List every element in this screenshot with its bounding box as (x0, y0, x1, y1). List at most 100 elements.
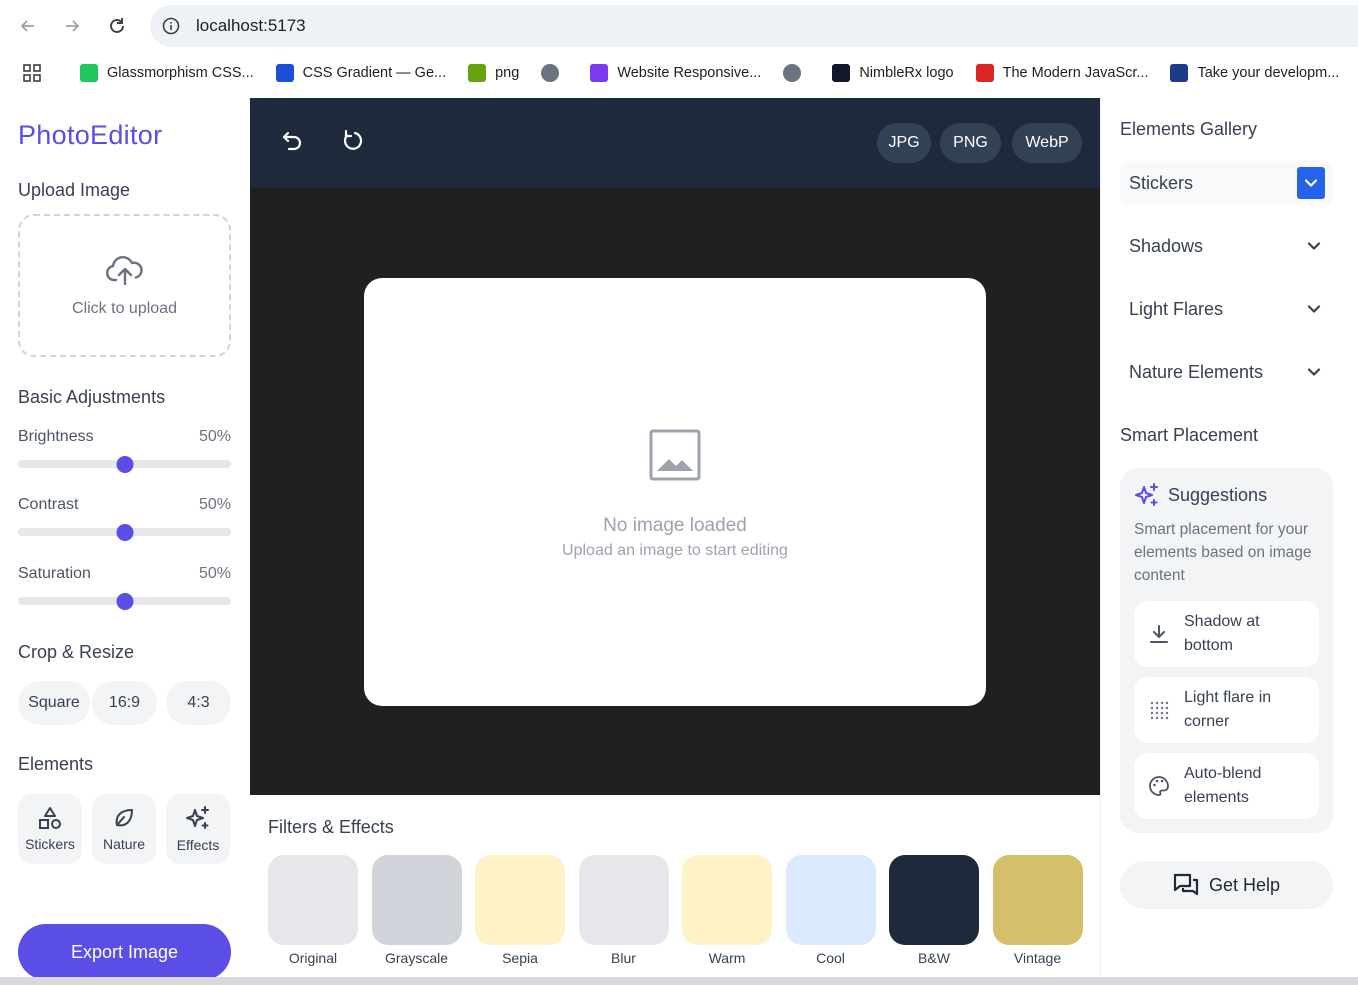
contrast-slider-thumb[interactable] (116, 524, 133, 541)
elements-effects-label: Effects (176, 837, 220, 853)
smart-placement-title: Smart Placement (1120, 425, 1259, 445)
bookmark-favicon-icon (1170, 64, 1189, 82)
chevron-down-icon (1307, 305, 1321, 313)
crop-section-title: Crop & Resize (18, 642, 135, 662)
reload-button[interactable] (103, 12, 131, 40)
undo-icon (282, 131, 302, 151)
bookmark-item[interactable]: Website Responsive... (590, 64, 761, 82)
address-bar[interactable]: localhost:5173 (150, 5, 1358, 47)
filter-swatch-grayscale[interactable] (371, 855, 462, 945)
category-shadows-label: Shadows (1129, 235, 1204, 256)
palette-icon (1134, 775, 1184, 797)
bookmark-label: CSS Gradient — Ge... (302, 65, 447, 81)
crop-4-3-button[interactable]: 4:3 (166, 681, 231, 725)
suggestion-shadow-bottom-label: Shadow at bottom (1184, 613, 1260, 654)
bookmark-item[interactable]: Take your developm... (1170, 64, 1339, 82)
elements-stickers-button[interactable]: Stickers (18, 794, 82, 864)
saturation-slider-thumb[interactable] (116, 593, 133, 610)
suggestions-panel: Suggestions Smart placement for your ele… (1120, 468, 1333, 833)
editor-toolbar: JPG PNG WebP (250, 98, 1100, 188)
bookmark-item[interactable]: png (468, 64, 519, 82)
back-button[interactable] (14, 12, 42, 40)
reset-button[interactable] (337, 126, 367, 156)
site-info-icon[interactable] (162, 17, 180, 35)
gallery-title: Elements Gallery (1120, 119, 1258, 139)
bookmark-item[interactable]: Glassmorphism CSS... (80, 64, 254, 82)
filter-swatch-b-w[interactable] (889, 855, 979, 945)
right-sidebar: Elements Gallery Stickers Shadows Light … (1100, 98, 1358, 985)
apps-grid-icon (23, 64, 41, 82)
suggestion-auto-blend[interactable]: Auto-blend elements (1134, 753, 1319, 819)
elements-section-title: Elements (18, 754, 94, 774)
brightness-slider-thumb[interactable] (116, 456, 133, 473)
suggestion-auto-blend-label: Auto-blend elements (1184, 765, 1262, 806)
upload-section-title: Upload Image (18, 180, 131, 200)
format-png-button[interactable]: PNG (940, 123, 1001, 163)
contrast-slider[interactable] (18, 524, 231, 541)
suggestion-light-flare-corner[interactable]: Light flare in corner (1134, 677, 1319, 743)
apps-button[interactable] (22, 63, 42, 83)
image-canvas[interactable]: No image loaded Upload an image to start… (364, 278, 986, 706)
crop-square-button[interactable]: Square (18, 681, 90, 725)
bookmark-item[interactable]: NimbleRx logo (832, 64, 954, 82)
saturation-slider[interactable] (18, 593, 231, 610)
bookmark-item[interactable] (541, 64, 568, 82)
format-webp-button[interactable]: WebP (1012, 123, 1082, 163)
bookmark-label: png (495, 65, 520, 81)
upload-text: Click to upload (72, 299, 177, 317)
bookmark-label: The Modern JavaScr... (1002, 65, 1149, 81)
filter-label: B&W (918, 950, 950, 966)
crop-16-9-button[interactable]: 16:9 (92, 681, 157, 725)
brightness-slider[interactable] (18, 456, 231, 473)
rotate-icon (344, 129, 363, 150)
category-nature-elements[interactable]: Nature Elements (1120, 350, 1333, 394)
category-shadows[interactable]: Shadows (1120, 224, 1333, 268)
filters-title: Filters & Effects (268, 817, 394, 837)
elements-effects-button[interactable]: Effects (166, 794, 230, 864)
filter-swatch-blur[interactable] (578, 855, 669, 945)
category-stickers[interactable]: Stickers (1120, 161, 1333, 205)
category-nature-elements-label: Nature Elements (1129, 361, 1264, 382)
filter-label: Sepia (502, 950, 538, 966)
contrast-row: Contrast 50% (18, 496, 231, 514)
bookmark-label: Website Responsive... (617, 65, 762, 81)
filter-swatch-cool[interactable] (785, 855, 876, 945)
cloud-upload-icon (105, 255, 143, 285)
format-jpg-button[interactable]: JPG (877, 123, 931, 163)
left-sidebar: PhotoEditor Upload Image Click to upload… (0, 98, 250, 985)
bookmark-item[interactable]: The Modern JavaScr... (975, 64, 1149, 82)
suggestion-shadow-bottom[interactable]: Shadow at bottom (1134, 601, 1319, 667)
globe-icon (783, 64, 802, 82)
reload-icon (110, 18, 124, 33)
filter-swatch-original[interactable] (268, 855, 358, 945)
category-light-flares[interactable]: Light Flares (1120, 287, 1333, 331)
bookmark-favicon-icon (468, 64, 487, 82)
filter-swatch-sepia[interactable] (475, 855, 565, 945)
get-help-button[interactable]: Get Help (1120, 861, 1333, 909)
category-stickers-label: Stickers (1129, 172, 1194, 193)
forward-button[interactable] (58, 12, 86, 40)
brightness-value: 50% (198, 428, 231, 445)
saturation-row: Saturation 50% (18, 565, 231, 583)
bottom-strip (0, 977, 1358, 985)
shapes-icon (39, 807, 61, 829)
undo-button[interactable] (277, 126, 307, 156)
bookmark-label: NimbleRx logo (859, 65, 954, 81)
leaf-icon (115, 809, 133, 827)
filter-swatch-warm[interactable] (682, 855, 772, 945)
download-icon (1134, 623, 1184, 645)
elements-nature-button[interactable]: Nature (92, 794, 156, 864)
saturation-value: 50% (198, 565, 231, 582)
filter-swatch-vintage[interactable] (992, 855, 1083, 945)
empty-subtitle: Upload an image to start editing (562, 542, 788, 559)
export-image-button[interactable]: Export Image (18, 924, 231, 980)
filter-label: Cool (816, 950, 845, 966)
bookmark-item[interactable] (783, 64, 810, 82)
empty-title: No image loaded (603, 515, 747, 536)
upload-dropzone[interactable]: Click to upload (18, 214, 231, 357)
bookmark-item[interactable]: CSS Gradient — Ge... (275, 64, 447, 82)
bookmark-favicon-icon (275, 64, 294, 82)
brightness-row: Brightness 50% (18, 428, 231, 446)
bookmark-label: Glassmorphism CSS... (107, 65, 254, 81)
category-stickers-dropdown[interactable] (1297, 167, 1325, 199)
